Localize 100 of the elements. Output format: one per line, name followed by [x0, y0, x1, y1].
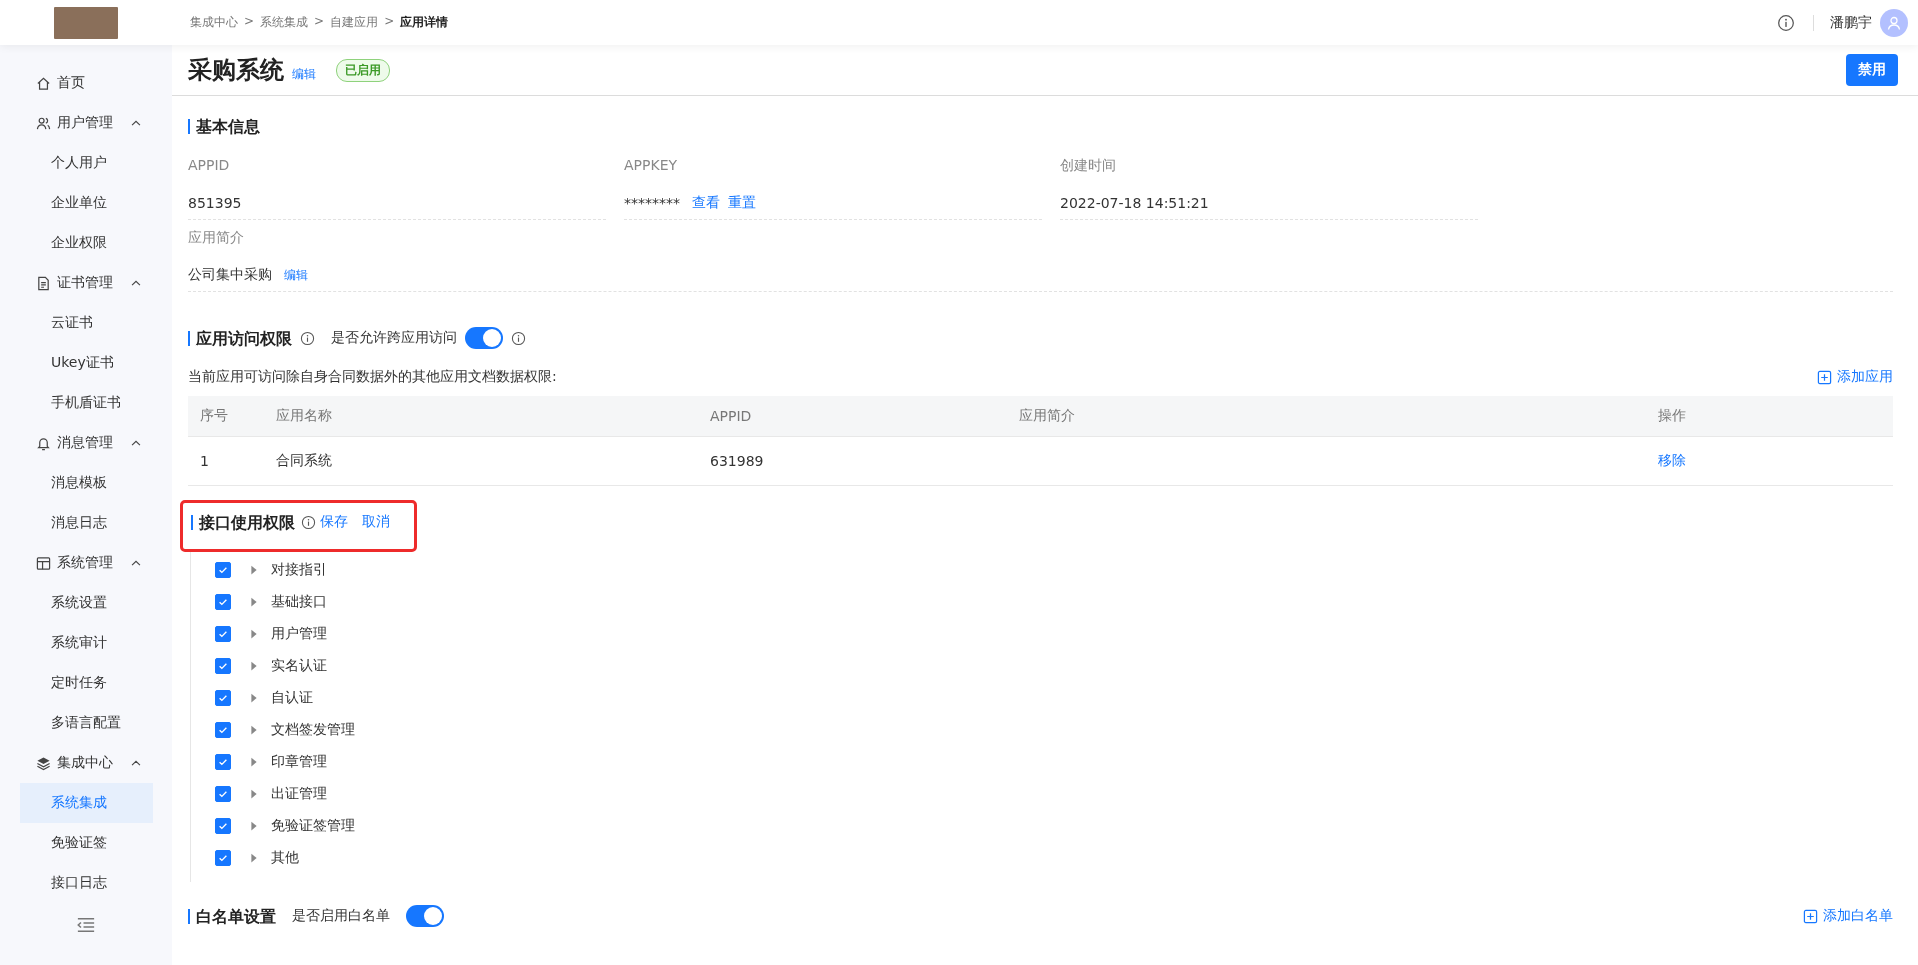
- info-icon[interactable]: [1777, 13, 1795, 32]
- person-icon: [1886, 14, 1902, 31]
- toggle-label: 是否启用白名单: [292, 907, 390, 925]
- field-value: 2022-07-18 14:51:21: [1060, 195, 1209, 211]
- info-icon[interactable]: [300, 330, 315, 346]
- tree-item-label[interactable]: 对接指引: [271, 561, 327, 579]
- tree-item-label[interactable]: 实名认证: [271, 657, 327, 675]
- home-icon: [36, 75, 51, 91]
- tree-item-label[interactable]: 文档签发管理: [271, 721, 355, 739]
- sidebar-item[interactable]: 定时任务: [20, 663, 153, 703]
- column-header: 应用简介: [1007, 396, 1646, 437]
- edit-link[interactable]: 编辑: [292, 65, 316, 83]
- column-header: APPID: [698, 396, 1007, 437]
- field-label: APPID: [188, 157, 231, 175]
- action-link[interactable]: 编辑: [284, 266, 308, 284]
- add-icon: [1803, 908, 1818, 924]
- toggle-switch[interactable]: [406, 905, 444, 927]
- checkbox[interactable]: [215, 722, 231, 738]
- tree-item-label[interactable]: 用户管理: [271, 625, 327, 643]
- sidebar-item[interactable]: 手机盾证书: [20, 383, 153, 423]
- field-label: APPKEY: [624, 157, 679, 175]
- column-header: 应用名称: [264, 396, 698, 437]
- status-tag: 已启用: [336, 58, 390, 82]
- action-link[interactable]: 重置: [728, 194, 756, 212]
- cancel-link[interactable]: 取消: [362, 513, 390, 531]
- sidebar-item[interactable]: 个人用户: [20, 143, 153, 183]
- info-icon[interactable]: [301, 514, 316, 530]
- sidebar-item[interactable]: 免验证签: [20, 823, 153, 863]
- checkbox[interactable]: [215, 754, 231, 770]
- collapse-menu-icon[interactable]: [76, 915, 96, 935]
- disable-button[interactable]: 禁用: [1846, 54, 1898, 86]
- tree-item-label[interactable]: 出证管理: [271, 785, 327, 803]
- sidebar-item[interactable]: 集成中心: [20, 743, 153, 783]
- sidebar-item[interactable]: 消息管理: [20, 423, 153, 463]
- table-cell: 合同系统: [264, 436, 698, 486]
- sidebar-item[interactable]: 系统审计: [20, 623, 153, 663]
- sidebar-item[interactable]: 企业单位: [20, 183, 153, 223]
- section-title: 白名单设置: [188, 908, 276, 924]
- page-title: 采购系统: [188, 55, 284, 86]
- breadcrumb-link[interactable]: 集成中心: [190, 14, 238, 31]
- sidebar-item[interactable]: 消息日志: [20, 503, 153, 543]
- add-whitelist-link[interactable]: 添加白名单: [1803, 907, 1893, 925]
- toggle-label: 是否允许跨应用访问: [331, 329, 457, 347]
- breadcrumb-separator: >: [314, 14, 325, 30]
- save-link[interactable]: 保存: [320, 513, 348, 531]
- sidebar-item[interactable]: Ukey证书: [20, 343, 153, 383]
- user-name[interactable]: 潘鹏宇: [1830, 13, 1872, 32]
- sidebar-item[interactable]: 证书管理: [20, 263, 153, 303]
- field-value: ********: [624, 195, 680, 211]
- add-icon: [1817, 369, 1832, 385]
- column-header: 序号: [188, 396, 264, 437]
- sidebar-item[interactable]: 系统设置: [20, 583, 153, 623]
- field-label: 应用简介: [188, 229, 245, 247]
- section-title: 应用访问权限: [188, 330, 292, 346]
- field-value: 851395: [188, 195, 242, 211]
- tree-item-label[interactable]: 印章管理: [271, 753, 327, 771]
- breadcrumb-link[interactable]: 自建应用: [330, 14, 379, 31]
- document-icon: [36, 275, 51, 291]
- checkbox[interactable]: [215, 594, 231, 610]
- description-text: 当前应用可访问除自身合同数据外的其他应用文档数据权限:: [188, 368, 557, 386]
- info-icon[interactable]: [511, 330, 526, 346]
- section-title: 接口使用权限: [191, 514, 295, 530]
- checkbox[interactable]: [215, 690, 231, 706]
- bell-icon: [36, 435, 51, 451]
- remove-link[interactable]: 移除: [1658, 452, 1686, 468]
- checkbox[interactable]: [215, 658, 231, 674]
- breadcrumb-separator: >: [244, 14, 255, 30]
- layout-icon: [36, 555, 51, 571]
- breadcrumb-link[interactable]: 系统集成: [260, 14, 309, 31]
- sidebar-item[interactable]: 企业权限: [20, 223, 153, 263]
- tree-item-label[interactable]: 基础接口: [271, 593, 327, 611]
- add-app-link[interactable]: 添加应用: [1817, 368, 1893, 386]
- users-icon: [36, 115, 51, 131]
- checkbox[interactable]: [215, 818, 231, 834]
- checkbox[interactable]: [215, 786, 231, 802]
- checkbox[interactable]: [215, 850, 231, 866]
- tree-item-label[interactable]: 自认证: [271, 689, 313, 707]
- sidebar-item[interactable]: 多语言配置: [20, 703, 153, 743]
- logo-photo-placeholder[interactable]: [54, 6, 118, 39]
- sidebar-item[interactable]: 首页: [20, 63, 153, 103]
- tree-item-label[interactable]: 免验证签管理: [271, 817, 355, 835]
- sidebar-item[interactable]: 系统管理: [20, 543, 153, 583]
- checkbox[interactable]: [215, 626, 231, 642]
- toggle-switch[interactable]: [465, 327, 503, 349]
- field-value: 公司集中采购: [188, 266, 272, 284]
- field-label: 创建时间: [1060, 157, 1117, 175]
- column-header: 操作: [1646, 396, 1893, 437]
- table-cell: 631989: [698, 436, 1007, 486]
- sidebar-item[interactable]: 用户管理: [20, 103, 153, 143]
- sidebar-item[interactable]: 云证书: [20, 303, 153, 343]
- table-cell: 1: [188, 436, 264, 486]
- breadcrumb-separator: >: [384, 14, 395, 30]
- action-link[interactable]: 查看: [692, 194, 720, 212]
- sidebar-item[interactable]: 消息模板: [20, 463, 153, 503]
- breadcrumb-current: 应用详情: [400, 14, 449, 31]
- tree-item-label[interactable]: 其他: [271, 849, 299, 867]
- sidebar-item[interactable]: 系统集成: [20, 783, 153, 823]
- sidebar-item[interactable]: 接口日志: [20, 863, 153, 903]
- layers-icon: [36, 755, 51, 771]
- checkbox[interactable]: [215, 562, 231, 578]
